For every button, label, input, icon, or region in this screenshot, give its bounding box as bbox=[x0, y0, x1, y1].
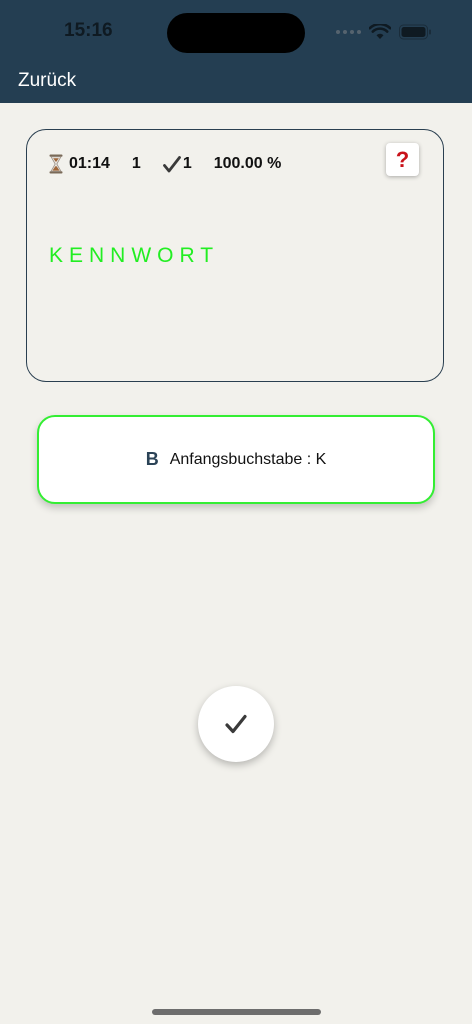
stats-row: 01:14 1 1 100.00 % bbox=[49, 154, 281, 174]
question-card: 01:14 1 1 100.00 % ? KENNWORT bbox=[26, 129, 444, 382]
home-indicator bbox=[152, 1009, 321, 1015]
cellular-signal-icon bbox=[336, 30, 361, 34]
dynamic-island bbox=[167, 13, 305, 53]
wifi-icon bbox=[369, 24, 391, 39]
hourglass-icon bbox=[49, 154, 63, 174]
back-button[interactable]: Zurück bbox=[18, 70, 76, 92]
checkmark-icon bbox=[225, 714, 247, 734]
status-time: 15:16 bbox=[64, 20, 113, 41]
status-icons bbox=[336, 22, 432, 42]
submit-button[interactable] bbox=[198, 686, 274, 762]
battery-icon bbox=[399, 24, 431, 40]
correct-count: 1 bbox=[182, 155, 192, 172]
option-text: Anfangsbuchstabe : K bbox=[169, 450, 327, 468]
timer-value: 01:14 bbox=[69, 155, 110, 172]
help-button[interactable]: ? bbox=[386, 143, 419, 176]
question-mark-icon: ? bbox=[395, 146, 410, 172]
timer-stat: 01:14 bbox=[49, 154, 110, 174]
question-count: 1 bbox=[131, 155, 141, 172]
question-word: KENNWORT bbox=[49, 244, 220, 267]
score-percent: 100.00 % bbox=[213, 155, 282, 172]
answer-option[interactable]: B Anfangsbuchstabe : K bbox=[37, 415, 435, 504]
correct-stat: 1 bbox=[162, 155, 192, 173]
checkmark-icon bbox=[162, 155, 181, 172]
option-letter: B bbox=[145, 449, 159, 469]
